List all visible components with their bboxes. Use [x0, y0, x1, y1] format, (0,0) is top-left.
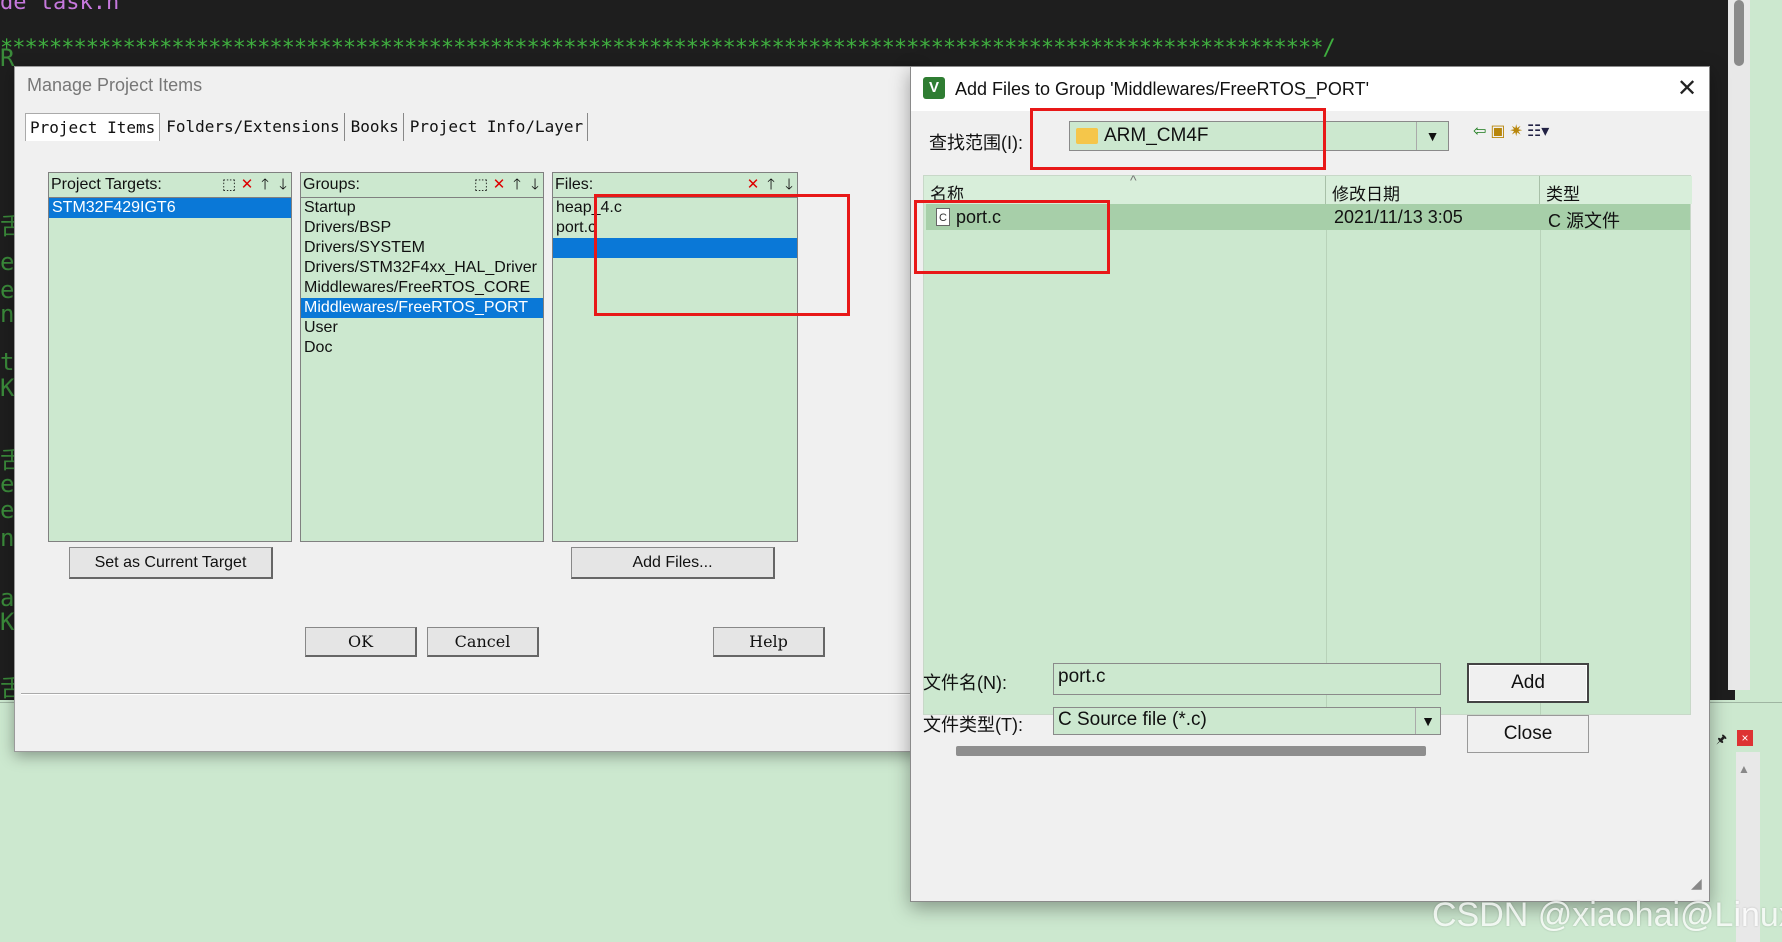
group-item[interactable]: Doc	[301, 338, 543, 358]
file-type: C 源文件	[1548, 211, 1620, 231]
horizontal-scrollbar-thumb[interactable]	[956, 746, 1426, 756]
delete-target-icon[interactable]: ✕	[237, 175, 257, 195]
move-down-icon[interactable]: 🡓	[779, 175, 799, 195]
move-up-icon[interactable]: 🡑	[255, 175, 275, 195]
new-folder-icon[interactable]: ✷	[1510, 121, 1523, 141]
add-files-button[interactable]: Add Files...	[571, 547, 775, 579]
new-group-icon[interactable]: ⬚	[471, 175, 491, 195]
help-button[interactable]: Help	[713, 627, 825, 657]
resize-grip-icon[interactable]: ◢	[1691, 875, 1702, 892]
group-item[interactable]: Startup	[301, 198, 543, 218]
gutter-char: n	[0, 524, 15, 552]
editor-scrollbar-thumb[interactable]	[1734, 0, 1744, 66]
column-header-date[interactable]: 修改日期	[1326, 176, 1540, 204]
gutter-char: n	[0, 300, 15, 328]
files-header-label: Files:	[555, 176, 594, 193]
groups-list[interactable]: Startup Drivers/BSP Drivers/SYSTEM Drivers/…	[300, 198, 544, 542]
pin-icon[interactable]: 🖈	[1716, 730, 1730, 746]
annotation-box-look-in	[1030, 108, 1326, 170]
group-item[interactable]: Middlewares/FreeRTOS_CORE	[301, 278, 543, 298]
gutter-char: R	[0, 44, 15, 72]
up-folder-icon[interactable]: ▣	[1490, 121, 1505, 141]
filetype-select[interactable]: C Source file (*.c) ▼	[1053, 707, 1441, 735]
cancel-button[interactable]: Cancel	[427, 627, 539, 657]
watermark: CSDN @xiaohai@Linux	[1432, 896, 1782, 934]
group-item[interactable]: Middlewares/FreeRTOS_PORT	[301, 298, 543, 318]
column-divider	[1540, 204, 1541, 716]
annotation-box-files	[594, 194, 850, 316]
dialog-titlebar: V Add Files to Group 'Middlewares/FreeRT…	[911, 67, 1709, 111]
move-up-icon[interactable]: 🡑	[507, 175, 527, 195]
look-in-label: 查找范围(I):	[929, 133, 1023, 153]
close-icon[interactable]: ✕	[1673, 75, 1701, 103]
tab-project-items[interactable]: Project Items	[25, 113, 161, 141]
chevron-down-icon[interactable]: ▼	[1415, 708, 1440, 734]
code-comment-stars: ****************************************…	[0, 36, 1336, 61]
dialog-separator	[21, 693, 911, 695]
new-target-icon[interactable]: ⬚	[219, 175, 239, 195]
delete-file-icon[interactable]: ✕	[743, 175, 763, 195]
group-item[interactable]: Drivers/BSP	[301, 218, 543, 238]
tab-folders-extensions[interactable]: Folders/Extensions	[162, 113, 345, 141]
group-item[interactable]: Drivers/SYSTEM	[301, 238, 543, 258]
gutter-char: K	[0, 608, 15, 636]
move-down-icon[interactable]: 🡓	[273, 175, 293, 195]
close-button[interactable]: Close	[1467, 715, 1589, 753]
tab-project-info-layer[interactable]: Project Info/Layer	[406, 113, 589, 141]
add-files-dialog: V Add Files to Group 'Middlewares/FreeRT…	[910, 66, 1710, 902]
scroll-up-arrow-icon[interactable]: ▲	[1738, 762, 1750, 776]
move-up-icon[interactable]: 🡑	[761, 175, 781, 195]
tab-bar: Project Items Folders/Extensions Books P…	[25, 113, 590, 141]
annotation-box-port-c	[914, 200, 1110, 274]
delete-group-icon[interactable]: ✕	[489, 175, 509, 195]
chevron-down-icon[interactable]: ▼	[1416, 122, 1448, 150]
group-item[interactable]: User	[301, 318, 543, 338]
gutter-char: 舌	[0, 212, 24, 240]
set-as-current-target-button[interactable]: Set as Current Target	[69, 547, 273, 579]
close-pane-icon[interactable]: ×	[1737, 730, 1753, 746]
groups-panel-header: Groups: ⬚ ✕ 🡑 🡓	[300, 172, 544, 198]
tab-books[interactable]: Books	[347, 113, 404, 141]
code-line-include: de task.h	[0, 0, 120, 15]
sort-ascending-icon: ^	[1130, 172, 1137, 188]
gutter-char: K	[0, 374, 15, 402]
gutter-char: e	[0, 470, 15, 498]
gutter-char: t	[0, 348, 15, 376]
filetype-value: C Source file (*.c)	[1058, 709, 1207, 730]
dialog-title: Manage Project Items	[27, 75, 203, 95]
gutter-char: e	[0, 496, 15, 524]
gutter-char: e	[0, 248, 15, 276]
view-menu-icon[interactable]: ☷▾	[1527, 121, 1549, 141]
file-date: 2021/11/13 3:05	[1334, 207, 1463, 227]
targets-header-label: Project Targets:	[51, 176, 162, 193]
gutter-char: 舌	[0, 674, 24, 700]
keil-logo-icon: V	[923, 77, 945, 99]
move-down-icon[interactable]: 🡓	[525, 175, 545, 195]
add-button[interactable]: Add	[1467, 663, 1589, 703]
targets-panel-header: Project Targets: ⬚ ✕ 🡑 🡓	[48, 172, 292, 198]
column-divider	[1326, 204, 1327, 716]
dialog-title: Add Files to Group 'Middlewares/FreeRTOS…	[955, 79, 1370, 99]
groups-header-label: Groups:	[303, 176, 360, 193]
group-item[interactable]: Drivers/STM32F4xx_HAL_Driver	[301, 258, 543, 278]
manage-project-items-dialog: Manage Project Items Project Items Folde…	[14, 66, 920, 752]
targets-list[interactable]: STM32F429IGT6	[48, 198, 292, 542]
filetype-label: 文件类型(T):	[923, 715, 1023, 735]
filename-input[interactable]: port.c	[1053, 663, 1441, 695]
filename-label: 文件名(N):	[923, 673, 1007, 693]
editor-scrollbar[interactable]	[1728, 0, 1750, 690]
target-item[interactable]: STM32F429IGT6	[49, 198, 291, 218]
back-arrow-icon[interactable]: ⇦	[1473, 121, 1486, 141]
ok-button[interactable]: OK	[305, 627, 417, 657]
navigation-toolbar: ⇦ ▣ ✷ ☷▾	[1473, 121, 1549, 141]
column-header-type[interactable]: 类型	[1540, 176, 1692, 204]
